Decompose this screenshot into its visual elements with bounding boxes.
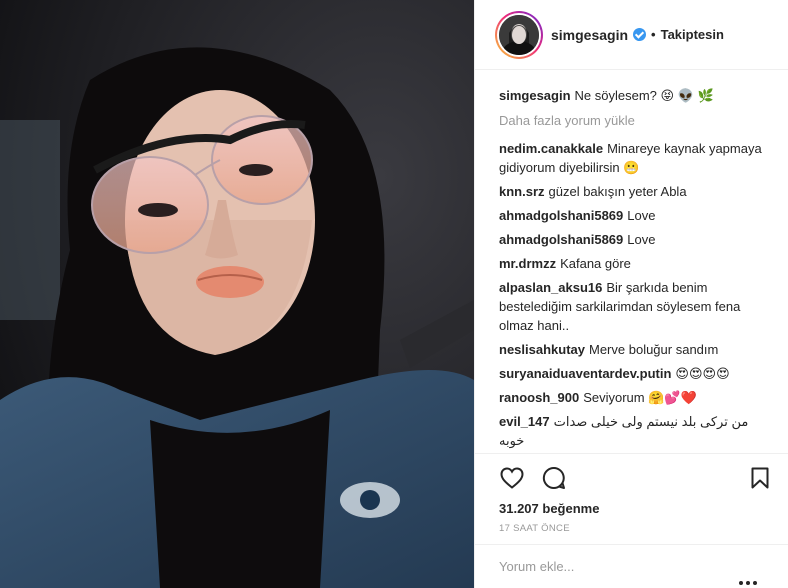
comment-username[interactable]: knn.srz: [499, 184, 545, 199]
comment-username[interactable]: alpaslan_aksu16: [499, 280, 602, 295]
load-more-comments-link[interactable]: Daha fazla yorum yükle: [499, 111, 769, 131]
comment-item: ahmadgolshani5869 Love: [499, 230, 769, 249]
post-timestamp[interactable]: 17 SAAT ÖNCE: [499, 523, 773, 534]
post-caption: simgesagin Ne söylesem? 😝 👽 🌿: [499, 86, 769, 105]
post-actions: 31.207 beğenme 17 SAAT ÖNCE: [475, 453, 788, 534]
comment-item: suryanaiduaventardev.putin 😍😍😍😍: [499, 364, 769, 383]
comment-username[interactable]: suryanaiduaventardev.putin: [499, 366, 671, 381]
comment-bubble-icon[interactable]: [541, 465, 567, 491]
header-username[interactable]: simgesagin: [551, 27, 628, 43]
story-ring[interactable]: [495, 10, 543, 59]
comment-username[interactable]: neslisahkutay: [499, 342, 585, 357]
comment-username[interactable]: ranoosh_900: [499, 390, 579, 405]
comment-text: Kafana göre: [560, 256, 631, 271]
avatar[interactable]: [499, 14, 539, 55]
caption-text: Ne söylesem? 😝 👽 🌿: [574, 88, 714, 103]
like-count[interactable]: 31.207 beğenme: [499, 500, 773, 518]
caption-username[interactable]: simgesagin: [499, 88, 571, 103]
add-comment-bar: [475, 544, 788, 588]
comment-username[interactable]: mr.drmzz: [499, 256, 556, 271]
comment-item: ahmadgolshani5869 Love: [499, 206, 769, 225]
comment-text: Love: [627, 208, 656, 223]
following-button[interactable]: Takiptesin: [661, 27, 724, 42]
verified-badge-icon: [633, 28, 647, 41]
post-header: simgesagin • Takiptesin: [475, 0, 788, 70]
comment-item: knn.srz güzel bakışın yeter Abla: [499, 182, 769, 201]
comment-list[interactable]: simgesagin Ne söylesem? 😝 👽 🌿 Daha fazla …: [475, 82, 788, 457]
comment-username[interactable]: ahmadgolshani5869: [499, 208, 623, 223]
comment-username[interactable]: ahmadgolshani5869: [499, 232, 623, 247]
bookmark-icon[interactable]: [747, 465, 773, 491]
comment-item: nedim.canakkale Minareye kaynak yapmaya g…: [499, 139, 769, 177]
more-dots-icon[interactable]: [736, 573, 757, 588]
comment-text: 😍😍😍😍: [675, 366, 730, 381]
comment-item: alpaslan_aksu16 Bir şarkıda benim bestele…: [499, 278, 769, 335]
post-photo[interactable]: [0, 0, 474, 588]
heart-icon[interactable]: [499, 465, 525, 491]
comment-item: ranoosh_900 Seviyorum 🤗💕❤️: [499, 388, 769, 407]
comment-text: güzel bakışın yeter Abla: [548, 184, 687, 199]
comment-input[interactable]: [499, 559, 769, 574]
comment-text: Merve boluğur sandım: [589, 342, 719, 357]
comment-text: Love: [627, 232, 656, 247]
comment-item: evil_147 من ترکی بلد نیستم ولی خیلی صدات …: [499, 412, 769, 450]
comment-item: neslisahkutay Merve boluğur sandım: [499, 340, 769, 359]
comment-username[interactable]: nedim.canakkale: [499, 141, 603, 156]
comment-username[interactable]: evil_147: [499, 414, 550, 429]
separator-dot: •: [651, 27, 656, 42]
post-side-panel: simgesagin • Takiptesin simgesagin Ne söy…: [474, 0, 788, 588]
comment-text: Seviyorum 🤗💕❤️: [583, 390, 697, 405]
comment-item: mr.drmzz Kafana göre: [499, 254, 769, 273]
